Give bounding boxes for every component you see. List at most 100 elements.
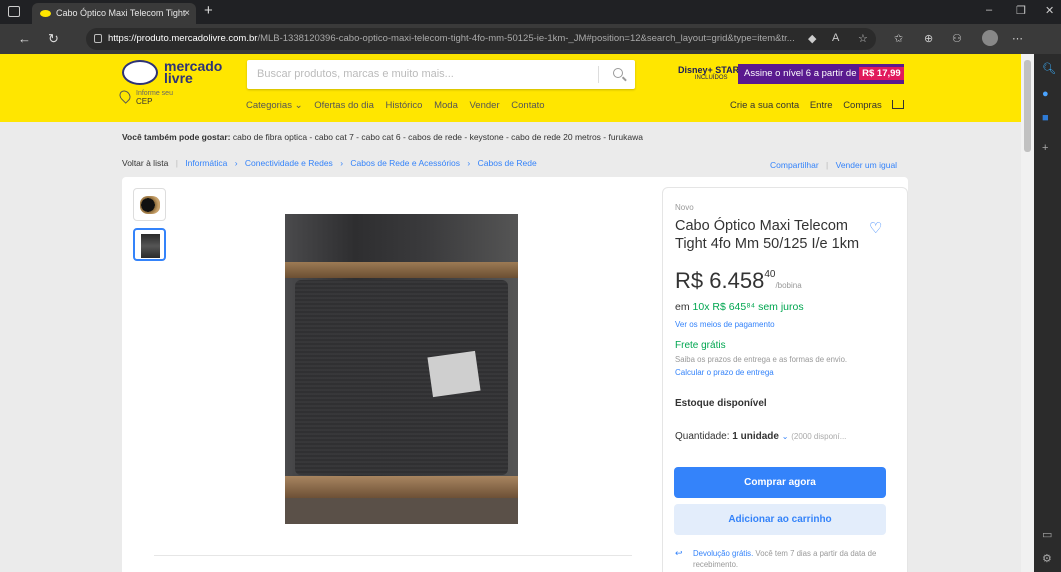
login-link[interactable]: Entre [810, 100, 833, 111]
share-links: Compartilhar | Vender um igual [770, 160, 898, 170]
cep-selector[interactable]: Informe seu CEP [117, 88, 173, 106]
heart-favorite-icon[interactable]: ♡ [869, 219, 882, 237]
search-input[interactable]: Buscar produtos, marcas e muito mais... [247, 60, 635, 89]
browser-tab-bar: Cabo Óptico Maxi Telecom Tight × + – ❐ ✕ [0, 0, 1061, 24]
nav-historico[interactable]: Histórico [386, 100, 423, 111]
thumbnail-2[interactable] [133, 228, 166, 261]
quantity-label: Quantidade: [675, 431, 730, 442]
refresh-icon[interactable]: ↻ [48, 31, 59, 47]
edge-sidebar: 🔍︎ ● ■ + ▭ ⚙ [1034, 54, 1061, 572]
nav-contato[interactable]: Contato [511, 100, 544, 111]
search-divider [598, 66, 599, 83]
buy-now-button[interactable]: Comprar agora [674, 467, 886, 498]
price-cents: 40 [764, 269, 776, 280]
cable-spool-thumbnail-image [141, 234, 160, 258]
search-sidebar-icon[interactable]: 🔍︎ [1042, 62, 1056, 75]
price-currency: R$ [675, 268, 704, 293]
promo-price: R$ 17,99 [859, 67, 904, 80]
add-to-cart-button[interactable]: Adicionar ao carrinho [674, 504, 886, 535]
profile-avatar[interactable] [982, 30, 998, 46]
price: R$ 6.45840/bobina [675, 268, 802, 294]
quantity-available: (2000 disponí... [791, 432, 847, 441]
address-bar-row: ← ↻ https://produto.mercadolivre.com.br/… [0, 24, 1061, 54]
disney-sub: INCLUÍDOS [694, 75, 728, 81]
sidebar-settings-icon[interactable]: ⚙ [1042, 552, 1052, 565]
breadcrumb-item-conectividade[interactable]: Conectividade e Redes [245, 158, 333, 168]
stock-label: Estoque disponível [675, 398, 767, 409]
favorites-icon[interactable]: ✩ [894, 32, 903, 45]
chevron-down-icon: ⌄ [781, 432, 789, 441]
tab-title: Cabo Óptico Maxi Telecom Tight [56, 8, 186, 18]
collections-icon[interactable]: ⊕ [924, 32, 933, 45]
breadcrumb-item-cabos-acessorios[interactable]: Cabos de Rede e Acessórios [350, 158, 460, 168]
installments-value: 10x R$ 645⁸⁴ sem juros [692, 301, 804, 313]
window-menu-icon[interactable] [8, 6, 20, 17]
page-scrollbar[interactable] [1021, 54, 1034, 572]
back-icon[interactable]: ← [18, 31, 31, 46]
lock-icon [94, 34, 102, 43]
section-divider [154, 555, 632, 556]
back-to-list-link[interactable]: Voltar à lista [122, 158, 168, 168]
cart-icon[interactable] [892, 100, 905, 109]
quantity-value: 1 unidade [732, 431, 779, 442]
favorite-star-icon[interactable]: ☆ [858, 32, 868, 45]
thumbnail-1[interactable] [133, 188, 166, 221]
account-nav: Crie a sua conta Entre Compras [722, 100, 905, 111]
nav-ofertas[interactable]: Ofertas do dia [314, 100, 374, 111]
search-icon[interactable] [613, 68, 623, 78]
url-domain: https://produto.mercadolivre.com.br [108, 33, 258, 44]
subscription-promo-banner[interactable]: Assine o nível 6 a partir de R$ 17,99 [738, 64, 904, 84]
read-aloud-icon[interactable]: A [832, 32, 839, 44]
condition-label: Novo [675, 203, 694, 212]
cep-label: CEP [136, 97, 153, 106]
return-arrow-icon: ↩ [675, 548, 683, 558]
tab-close-icon[interactable]: × [184, 3, 190, 24]
mercadolivre-logo[interactable]: mercado livre [122, 59, 222, 86]
url-field[interactable]: https://produto.mercadolivre.com.br/MLB-… [86, 28, 876, 50]
handshake-icon [122, 60, 158, 85]
browser-tab[interactable]: Cabo Óptico Maxi Telecom Tight × [32, 3, 196, 24]
minimize-icon[interactable]: – [986, 4, 992, 16]
close-window-icon[interactable]: ✕ [1045, 4, 1054, 17]
create-account-link[interactable]: Crie a sua conta [730, 100, 799, 111]
return-link[interactable]: Devolução grátis. [693, 549, 753, 558]
shipping-info: Saiba os prazos de entrega e as formas d… [675, 355, 848, 364]
extension-icon[interactable]: ◆ [808, 32, 816, 45]
installments-prefix: em [675, 301, 690, 313]
new-tab-button[interactable]: + [204, 2, 213, 19]
disney-star-logo[interactable]: Disney+ STAR+ INCLUÍDOS [678, 65, 744, 81]
breadcrumb-item-informatica[interactable]: Informática [185, 158, 227, 168]
copilot-sidebar-icon[interactable]: ● [1042, 88, 1049, 100]
product-main-image[interactable] [285, 214, 518, 524]
product-title: Cabo Óptico Maxi Telecom Tight 4fo Mm 50… [675, 218, 860, 252]
nav-categorias[interactable]: Categorias ⌄ [246, 100, 303, 111]
calculate-shipping-link[interactable]: Calcular o prazo de entrega [675, 368, 774, 377]
share-link[interactable]: Compartilhar [770, 160, 819, 170]
tab-favicon-icon [40, 10, 51, 17]
purchases-link[interactable]: Compras [843, 100, 882, 111]
scroll-thumb[interactable] [1024, 60, 1031, 152]
restore-icon[interactable]: ❐ [1016, 4, 1026, 17]
promo-text: Assine o nível 6 a partir de [744, 68, 857, 79]
price-main: 6.458 [709, 268, 765, 293]
sidebar-layout-icon[interactable]: ▭ [1042, 528, 1052, 541]
suggestions-bar: Você também pode gostar: cabo de fibra o… [122, 132, 643, 142]
nav-vender[interactable]: Vender [470, 100, 500, 111]
disney-text: Disney+ STAR+ [678, 65, 745, 75]
payment-methods-link[interactable]: Ver os meios de pagamento [675, 320, 775, 329]
nav-moda[interactable]: Moda [434, 100, 458, 111]
copilot-icon[interactable]: ⚇ [952, 32, 962, 45]
breadcrumb: Voltar à lista | Informática › Conectivi… [122, 158, 537, 168]
site-header: mercado livre Informe seu CEP Buscar pro… [0, 54, 1021, 122]
more-icon[interactable]: ⋯ [1012, 32, 1023, 45]
quantity-selector[interactable]: Quantidade: 1 unidade ⌄ (2000 disponí... [675, 431, 846, 442]
add-sidebar-icon[interactable]: + [1042, 142, 1048, 154]
installments: em 10x R$ 645⁸⁴ sem juros [675, 301, 804, 313]
sell-similar-link[interactable]: Vender um igual [836, 160, 897, 170]
outlook-sidebar-icon[interactable]: ■ [1042, 112, 1049, 124]
breadcrumb-item-cabos-rede[interactable]: Cabos de Rede [478, 158, 537, 168]
suggestions-label: Você também pode gostar: [122, 132, 231, 142]
buy-box: Novo Cabo Óptico Maxi Telecom Tight 4fo … [662, 187, 908, 572]
suggestions-links[interactable]: cabo de fibra optica - cabo cat 7 - cabo… [233, 132, 643, 142]
cable-reel-thumbnail-image [140, 196, 160, 214]
